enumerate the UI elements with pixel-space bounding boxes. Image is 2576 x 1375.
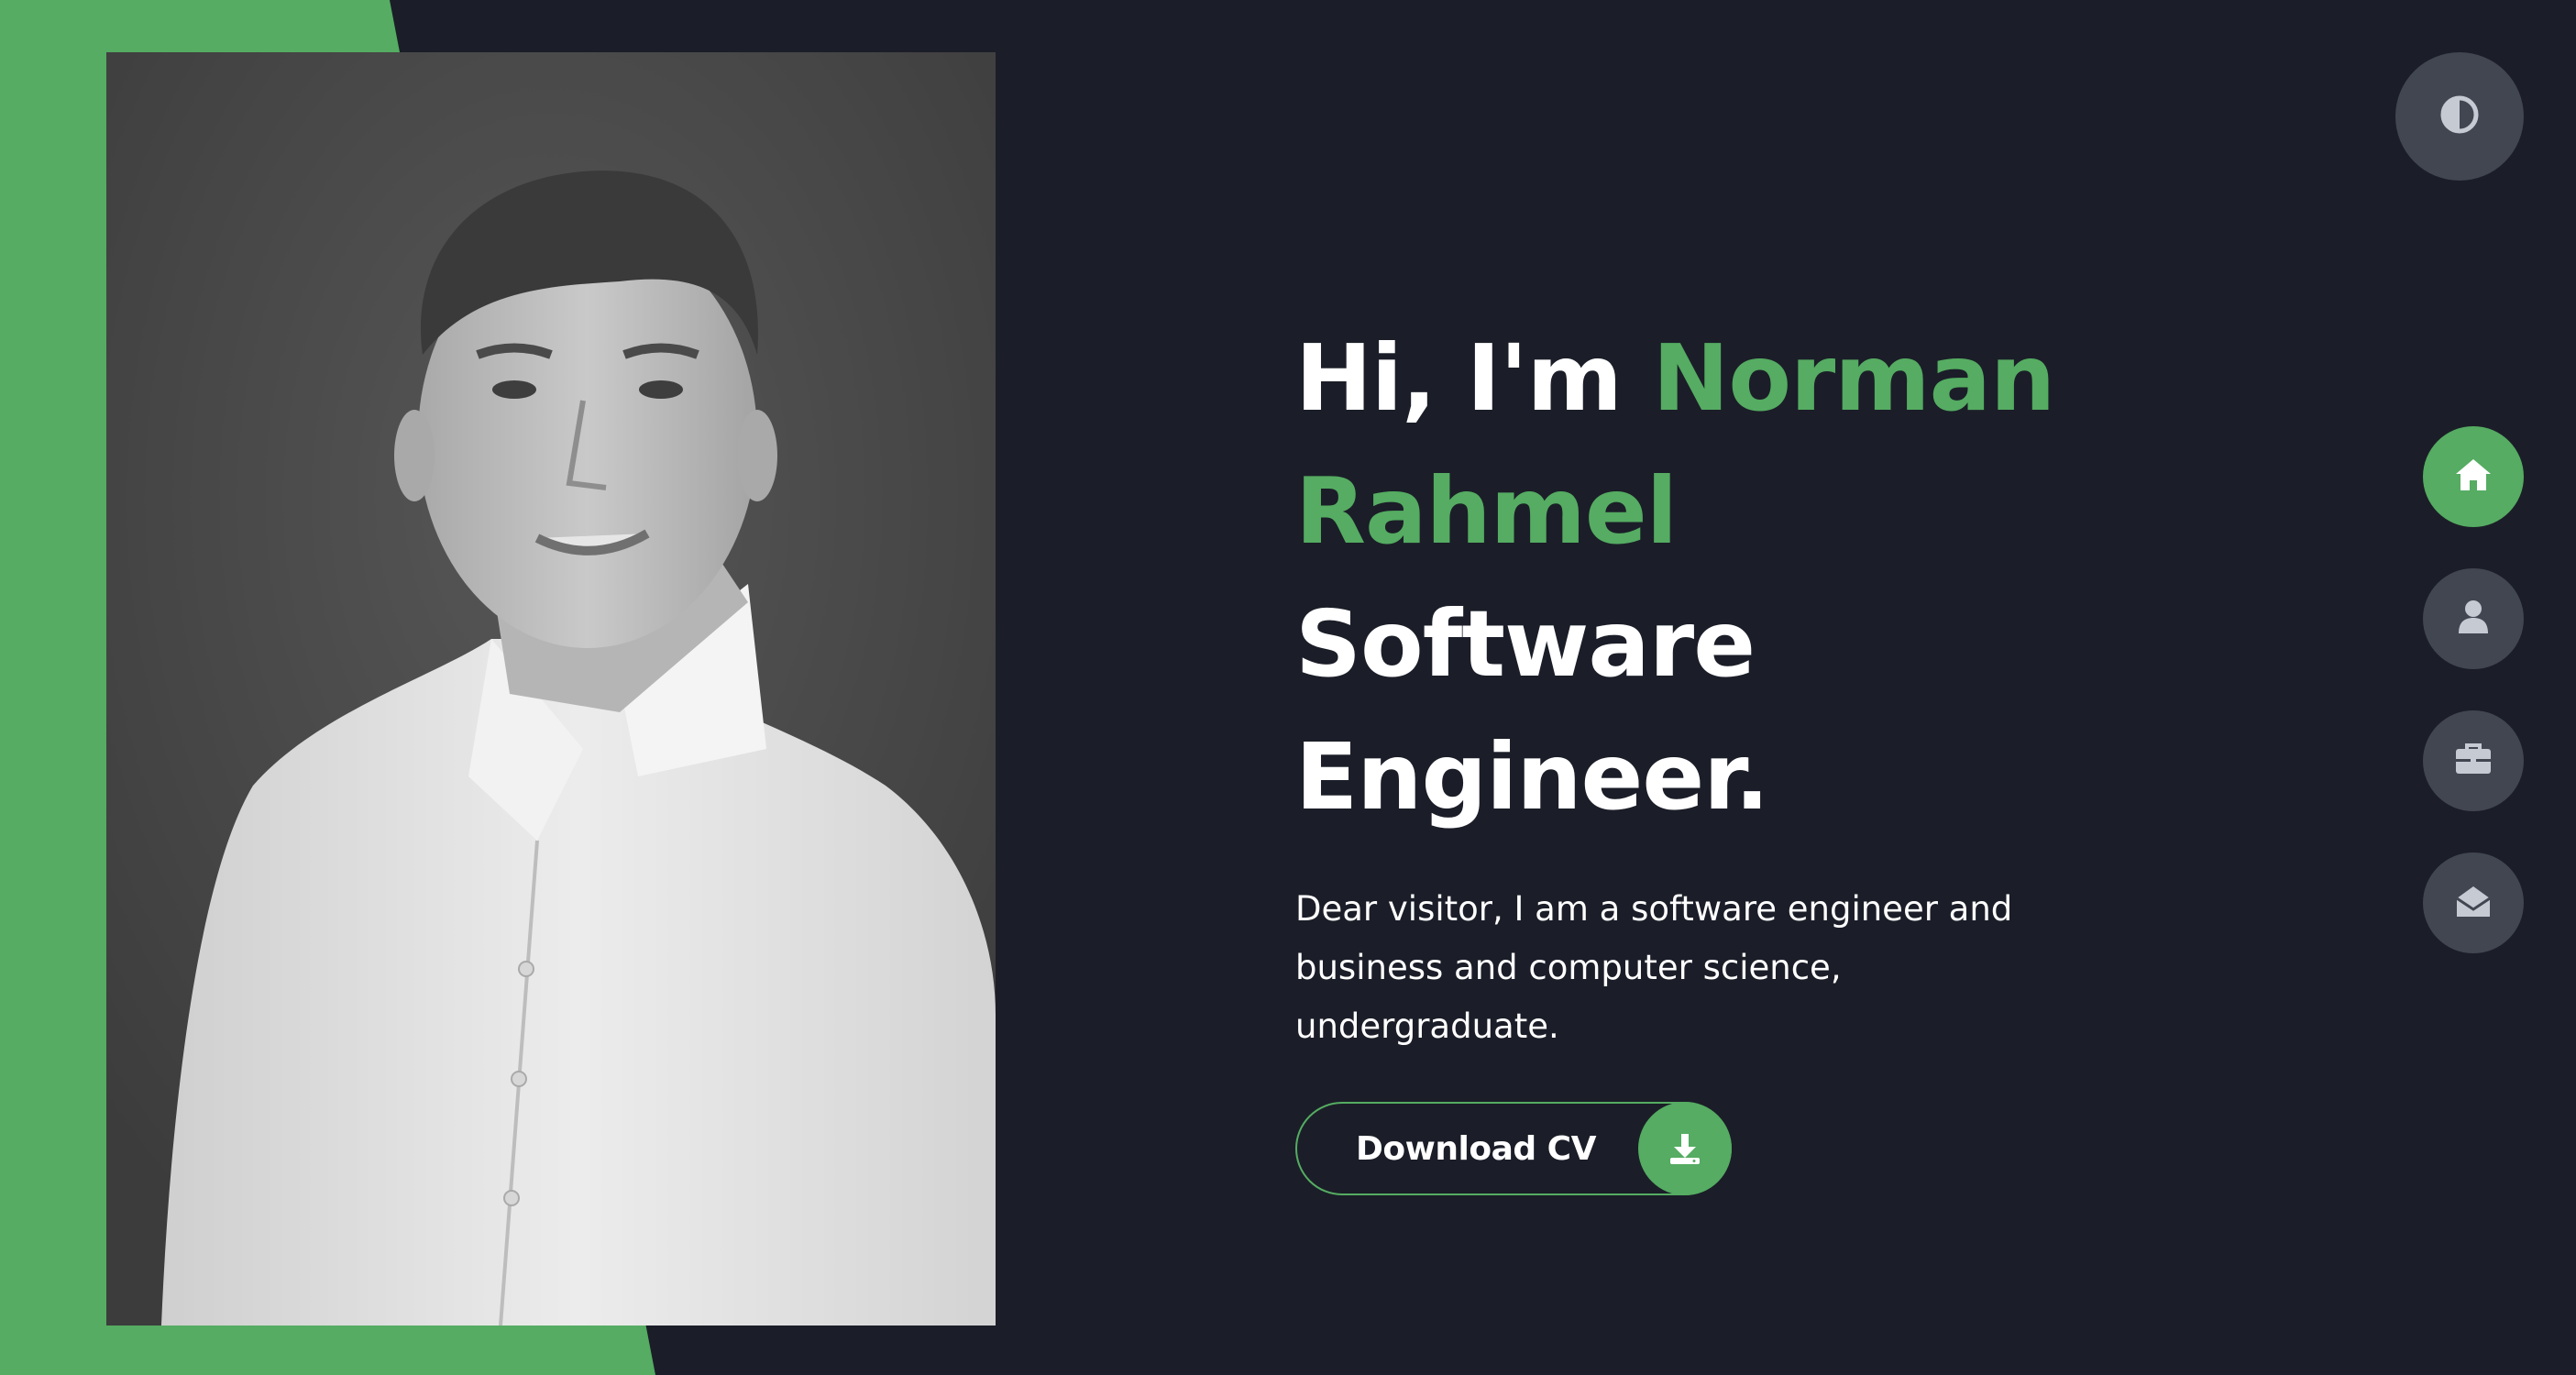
- side-nav: [2423, 426, 2524, 995]
- hero-name-first: Norman: [1652, 324, 2056, 432]
- hero-description: Dear visitor, I am a software engineer a…: [1295, 889, 2013, 1046]
- page: Hi, I'm Norman Rahmel Software Engineer.…: [0, 0, 2576, 1375]
- download-cv-button[interactable]: Download CV: [1295, 1102, 1732, 1195]
- nav-home-button[interactable]: [2423, 426, 2524, 527]
- nav-portfolio-button[interactable]: [2423, 710, 2524, 811]
- hero-section: Hi, I'm Norman Rahmel Software Engineer.…: [1295, 312, 2120, 1195]
- briefcase-icon: [2455, 743, 2492, 778]
- hero-name-last: Rahmel: [1295, 457, 1678, 565]
- contrast-icon: [2439, 94, 2480, 138]
- home-icon: [2454, 457, 2493, 496]
- theme-toggle-button[interactable]: [2395, 52, 2524, 181]
- download-cv-label: Download CV: [1356, 1129, 1596, 1168]
- nav-about-button[interactable]: [2423, 568, 2524, 669]
- nav-contact-button[interactable]: [2423, 852, 2524, 953]
- hero-title: Hi, I'm Norman Rahmel Software Engineer.: [1295, 312, 2120, 843]
- hero-role: Software Engineer.: [1295, 590, 1769, 830]
- envelope-open-icon: [2455, 884, 2492, 922]
- download-icon: [1638, 1102, 1732, 1195]
- portrait-photo: [106, 52, 996, 1326]
- user-icon: [2458, 600, 2489, 638]
- portrait-illustration: [106, 52, 996, 1326]
- hero-greeting: Hi, I'm: [1295, 324, 1623, 432]
